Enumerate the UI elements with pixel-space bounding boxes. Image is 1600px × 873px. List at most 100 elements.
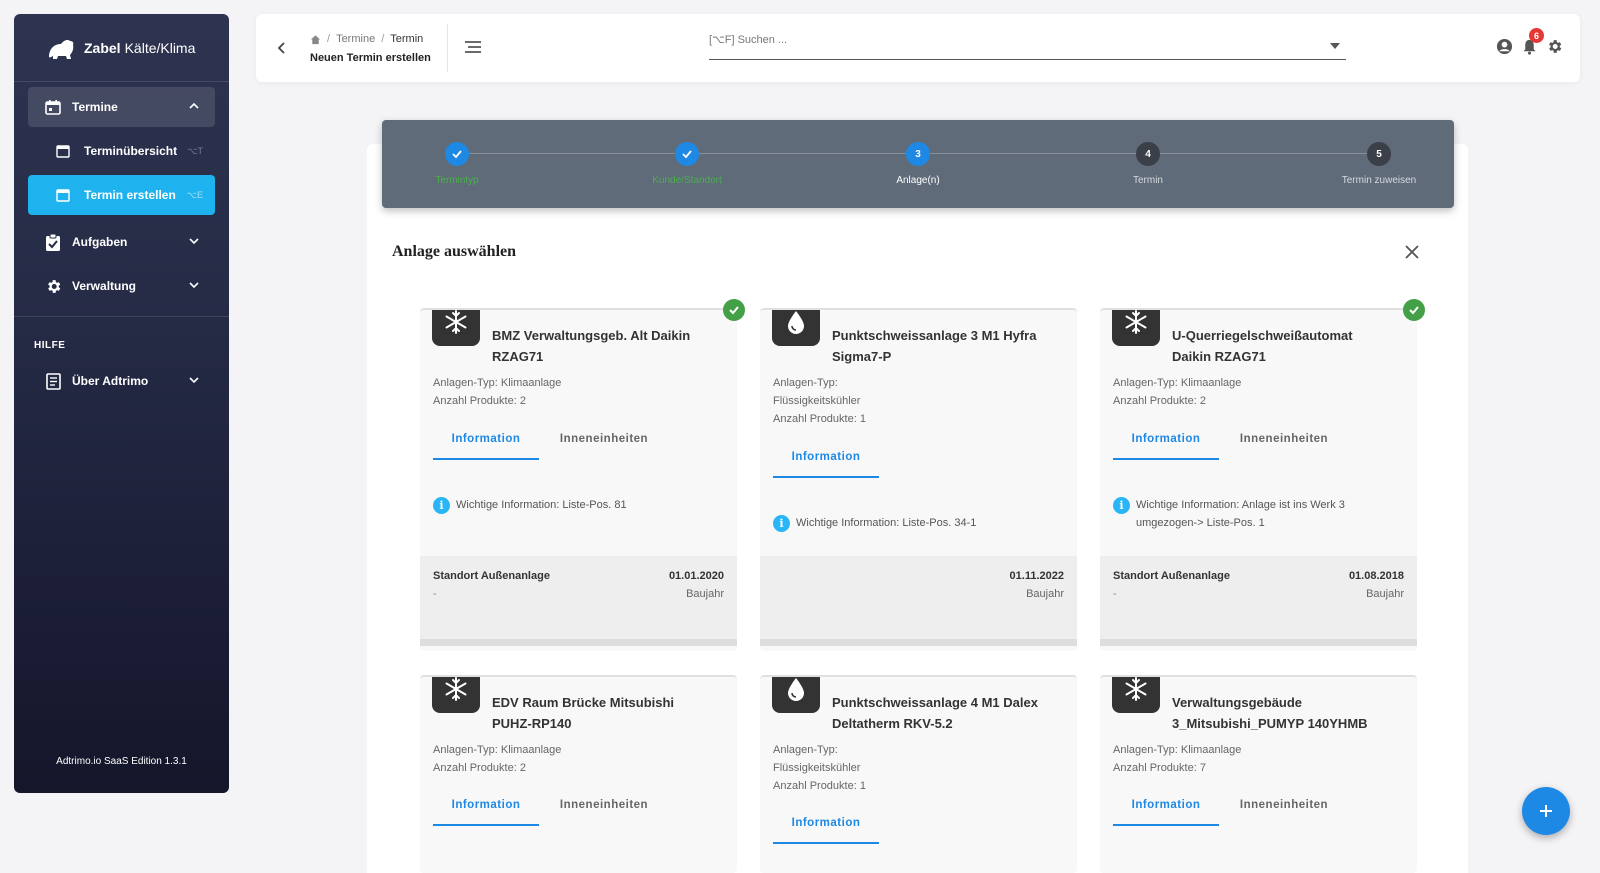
info-text: Wichtige Information: Liste-Pos. 34-1 [796,517,977,529]
asset-card[interactable]: Verwaltungsgebäude 3_Mitsubishi_PUMYP 14… [1100,675,1417,873]
brand-name-bold: Zabel [84,39,121,56]
polar-bear-logo-icon [49,39,74,59]
asset-type-value: Flüssigkeitskühler [773,762,861,774]
tab-inneneinheiten[interactable]: Inneneinheiten [1219,786,1349,826]
asset-card[interactable]: Punktschweissanlage 3 M1 Hyfra Sigma7-P … [760,308,1077,651]
info-text: Wichtige Information: Anlage ist ins Wer… [1136,499,1345,529]
nav-termine[interactable]: Termine [28,87,215,127]
nav-terminuebersicht[interactable]: Terminübersicht ⌥T [28,131,215,171]
card-footer: Standort Außenanlage - 01.08.2018 Baujah… [1100,556,1417,646]
asset-type-value: Flüssigkeitskühler [773,395,861,407]
location-value: - [433,588,437,600]
step-anlagen[interactable]: 3 Anlage(n) [853,142,983,186]
asset-title: Verwaltungsgebäude 3_Mitsubishi_PUMYP 14… [1172,695,1368,731]
tab-information[interactable]: Information [1113,420,1219,460]
step-termin-zuweisen[interactable]: 5 Termin zuweisen [1314,142,1444,186]
dropdown-arrow-icon[interactable] [1330,43,1340,49]
sidebar-section-hilfe: HILFE [34,340,66,351]
nav-termin-erstellen-label: Termin erstellen [84,188,176,202]
asset-title: Punktschweissanlage 4 M1 Dalex Deltather… [832,695,1038,731]
topbar: / Termine / Termin Neuen Termin erstelle… [256,14,1580,82]
close-icon[interactable] [1404,244,1420,260]
asset-type: Anlagen-Typ: Klimaanlage [433,377,562,389]
asset-meta: Anlagen-Typ: Klimaanlage Anzahl Produkte… [433,374,561,410]
home-icon[interactable] [310,34,321,45]
build-date: 01.01.2020 [668,570,724,582]
topbar-actions: 6 [1496,28,1563,55]
hamburger-menu-icon[interactable] [464,39,482,55]
shortcut-hint: ⌥T [187,145,203,156]
nav-termine-label: Termine [72,100,118,114]
shortcut-hint: ⌥E [186,189,203,200]
plus-icon [1540,805,1552,817]
tab-information[interactable]: Information [773,804,879,844]
sidebar-divider [14,316,229,317]
nav-ueber-adtrimo[interactable]: Über Adtrimo [28,361,215,401]
step-termin[interactable]: 4 Termin [1083,142,1213,186]
breadcrumb-termin[interactable]: Termin [390,33,423,45]
asset-type: Anlagen-Typ: [773,377,838,389]
nav-aufgaben[interactable]: Aufgaben [28,222,215,262]
asset-card[interactable]: BMZ Verwaltungsgeb. Alt Daikin RZAG71 An… [420,308,737,651]
tab-information[interactable]: Information [433,786,539,826]
nav-ueber-adtrimo-label: Über Adtrimo [72,374,149,388]
add-button[interactable] [1522,787,1570,835]
tab-inneneinheiten[interactable]: Inneneinheiten [539,420,669,460]
search-field[interactable] [709,30,1346,60]
page-title: Neuen Termin erstellen [310,52,431,64]
tab-information[interactable]: Information [433,420,539,460]
step-termintyp[interactable]: Termintyp [392,142,522,186]
notifications[interactable]: 6 [1521,28,1544,55]
asset-product-count: Anzahl Produkte: 2 [1113,395,1206,407]
breadcrumb-termine[interactable]: Termine [336,33,375,45]
build-date: 01.11.2022 [1009,570,1064,582]
build-date-label: Baujahr [1366,588,1404,600]
asset-product-count: Anzahl Produkte: 7 [1113,762,1206,774]
snowflake-icon [1112,310,1160,346]
asset-meta: Anlagen-Typ: Flüssigkeitskühler Anzahl P… [773,374,866,428]
asset-card[interactable]: U-Querriegelschweißautomat Daikin RZAG71… [1100,308,1417,651]
card-tabs: Information [773,438,879,478]
step-kunde-standort[interactable]: Kunde/Standort [622,142,752,186]
asset-meta: Anlagen-Typ: Klimaanlage Anzahl Produkte… [433,741,561,777]
info-icon: i [433,497,450,514]
settings-gear-icon[interactable] [1546,38,1563,55]
info-line: i Wichtige Information: Liste-Pos. 34-1 [773,514,1063,532]
card-tabs: Information Inneneinheiten [1113,786,1349,826]
asset-product-count: Anzahl Produkte: 1 [773,780,866,792]
info-line: i Wichtige Information: Liste-Pos. 81 [433,496,723,514]
card-footer: Standort Außenanlage - 01.01.2020 Baujah… [420,556,737,646]
asset-product-count: Anzahl Produkte: 1 [773,413,866,425]
nav-termin-erstellen[interactable]: Termin erstellen ⌥E [28,175,215,215]
tab-information[interactable]: Information [773,438,879,478]
build-date: 01.08.2018 [1348,570,1404,582]
info-line: i Wichtige Information: Anlage ist ins W… [1113,496,1403,532]
nav-verwaltung[interactable]: Verwaltung [28,266,215,306]
asset-card[interactable]: EDV Raum Brücke Mitsubishi PUHZ-RP140 An… [420,675,737,873]
snowflake-icon [1112,677,1160,713]
step-number: 4 [1136,142,1160,166]
nav-terminuebersicht-label: Terminübersicht [84,144,178,158]
back-arrow-icon[interactable] [274,40,290,56]
step-label: Termin [1132,175,1163,186]
clipboard-check-icon [44,233,62,251]
info-icon: i [773,515,790,532]
snowflake-icon [432,310,480,346]
asset-card[interactable]: Punktschweissanlage 4 M1 Dalex Deltather… [760,675,1077,873]
search-input[interactable] [709,30,1309,46]
tab-inneneinheiten[interactable]: Inneneinheiten [1219,420,1349,460]
water-drop-icon [772,310,820,346]
step-done-check-icon [675,142,699,166]
asset-product-count: Anzahl Produkte: 2 [433,762,526,774]
brand[interactable]: Zabel Kälte/Klima [14,14,229,82]
tab-information[interactable]: Information [1113,786,1219,826]
tab-inneneinheiten[interactable]: Inneneinheiten [539,786,669,826]
asset-type: Anlagen-Typ: Klimaanlage [1113,377,1242,389]
chevron-down-icon [189,238,199,245]
card-tabs: Information Inneneinheiten [433,786,669,826]
calendar-plus-icon [56,189,70,202]
account-icon[interactable] [1496,38,1513,55]
gear-icon [44,277,62,295]
step-done-check-icon [445,142,469,166]
chevron-down-icon [189,282,199,289]
